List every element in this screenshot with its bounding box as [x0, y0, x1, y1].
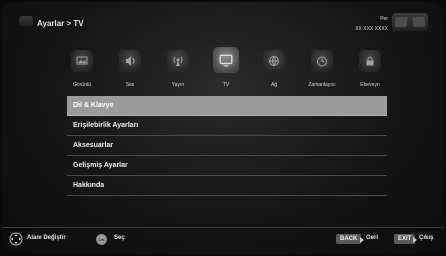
category-picture[interactable]: Görüntü [58, 43, 106, 95]
category-label: Ağ [270, 82, 278, 88]
category-sound[interactable]: Ses [106, 43, 154, 95]
exit-hint: Çıkış [419, 235, 434, 241]
category-label: Yayın [171, 82, 185, 88]
category-parental[interactable]: Ebeveyn [346, 43, 394, 95]
back-arrow-icon [360, 237, 364, 243]
breadcrumb: Ayarlar > TV [37, 19, 84, 28]
day-label: Per [380, 16, 388, 22]
category-tv[interactable]: TV [202, 43, 250, 95]
navigation-pad-icon [9, 232, 23, 246]
change-area-hint: Alanı Değiştir [27, 235, 66, 241]
date-label: XX XXX XXXX [355, 26, 388, 32]
broadcast-icon [167, 50, 189, 72]
menu-item-accessories[interactable]: Aksesuarlar [67, 136, 387, 156]
settings-menu: Dil & Klavye Erişilebirlik Ayarları Akse… [67, 96, 387, 196]
back-hint: Geri [366, 235, 379, 241]
network-icon [263, 50, 285, 72]
menu-item-advanced-settings[interactable]: Gelişmiş Ayarlar [67, 156, 387, 176]
tv-icon [213, 47, 239, 73]
parental-lock-icon [359, 50, 381, 72]
category-timer[interactable]: Zamanlayıcı [298, 43, 346, 95]
category-label: TV [222, 82, 230, 88]
clock-icon [392, 13, 428, 31]
settings-screen: Ayarlar > TV Per XX XXX XXXX Görüntü Ses… [2, 2, 444, 254]
back-key-icon: BACK [336, 234, 362, 244]
exit-arrow-icon [413, 237, 417, 243]
category-bar: Görüntü Ses Yayın TV Ağ Zamanlayıcı Ebev… [58, 43, 394, 95]
select-hint: Seç [114, 235, 125, 241]
category-label: Zamanlayıcı [308, 82, 336, 88]
category-label: Ebeveyn [360, 82, 380, 88]
picture-icon [71, 50, 93, 72]
category-label: Görüntü [72, 82, 92, 88]
category-broadcast[interactable]: Yayın [154, 43, 202, 95]
menu-item-accessibility[interactable]: Erişilebirlik Ayarları [67, 116, 387, 136]
menu-item-language-keyboard[interactable]: Dil & Klavye [67, 96, 387, 116]
category-network[interactable]: Ağ [250, 43, 298, 95]
footer-hints: Alanı Değiştir OK Seç BACK Geri EXIT Çık… [2, 227, 444, 252]
sound-icon [119, 50, 141, 72]
menu-item-about[interactable]: Hakkında [67, 176, 387, 196]
settings-logo-icon [19, 16, 33, 26]
timer-icon [311, 50, 333, 72]
category-label: Ses [125, 82, 135, 88]
ok-button-icon: OK [96, 234, 107, 245]
